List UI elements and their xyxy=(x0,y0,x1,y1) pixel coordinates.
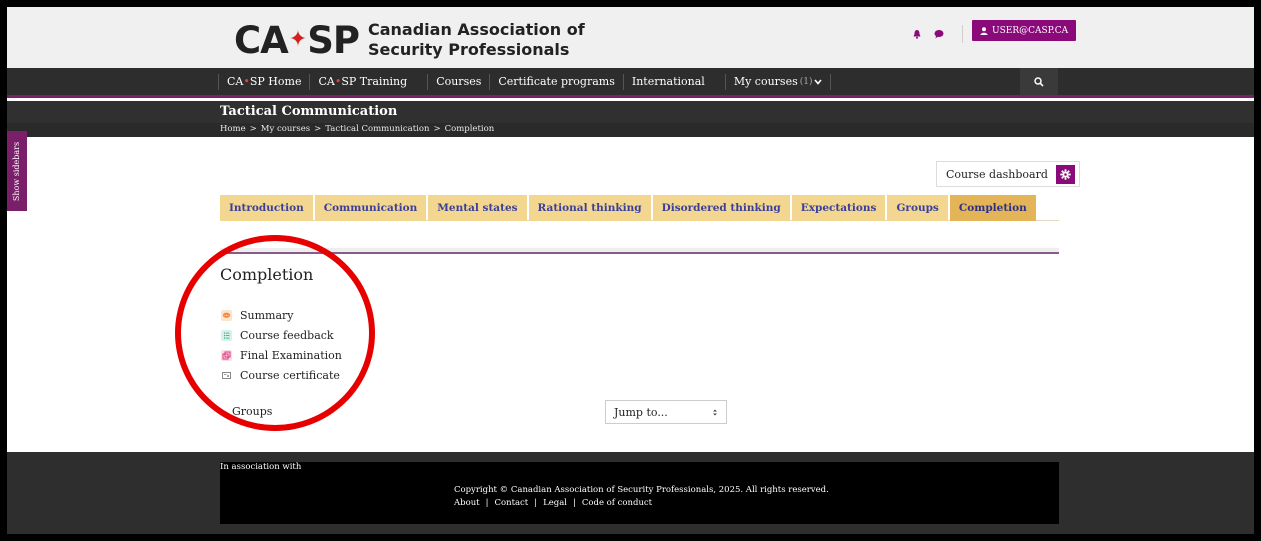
user-label: USER@CASP.CA xyxy=(992,25,1069,36)
nav-my-courses[interactable]: My courses (1) xyxy=(724,73,832,90)
gear-icon xyxy=(1055,164,1075,184)
breadcrumb: Home > My courses > Tactical Communicati… xyxy=(220,124,494,134)
site-footer: In association with Copyright © Canadian… xyxy=(7,452,1254,534)
nav-home-prefix: CA xyxy=(227,75,244,88)
footer-link-separator: | xyxy=(573,498,576,508)
main-navbar: CA • SP Home CA • SP Training Courses Certif… xyxy=(7,68,1254,98)
user-icon xyxy=(980,26,988,35)
tab-expectations[interactable]: Expectations xyxy=(791,195,886,221)
nav-training-suffix: SP Training xyxy=(341,75,408,88)
logo-mark-right: SP xyxy=(307,18,360,62)
nav-international[interactable]: International xyxy=(622,73,713,90)
tab-communication[interactable]: Communication xyxy=(314,195,427,221)
footer-link-separator: | xyxy=(485,498,489,508)
breadcrumb-my-courses[interactable]: My courses xyxy=(261,124,310,134)
course-title-bar: Tactical Communication xyxy=(7,101,1254,123)
logo-mark: CA ✦ SP xyxy=(234,18,360,62)
footer-link-separator: | xyxy=(534,498,538,508)
footer-link-code-of-conduct[interactable]: Code of conduct xyxy=(582,498,652,508)
tab-rational-thinking[interactable]: Rational thinking xyxy=(528,195,651,221)
breadcrumb-separator: > xyxy=(433,124,441,134)
annotation-circle xyxy=(175,235,375,431)
footer-links: About | Contact | Legal | Code of conduc… xyxy=(454,498,652,508)
site-logo[interactable]: CA ✦ SP Canadian Association of Security… xyxy=(234,18,585,62)
tab-mental-states[interactable]: Mental states xyxy=(428,195,527,221)
maple-leaf-icon: ✦ xyxy=(288,26,307,52)
breadcrumb-bar: Home > My courses > Tactical Communicati… xyxy=(7,123,1254,137)
footer-link-legal[interactable]: Legal xyxy=(543,498,567,508)
footer-panel: In association with Copyright © Canadian… xyxy=(220,462,1059,524)
nav-home-suffix: SP Home xyxy=(249,75,302,88)
nav-casp-training[interactable]: CA • SP Training xyxy=(309,73,415,90)
logo-line-1: Canadian Association of xyxy=(368,20,585,39)
header-icons xyxy=(912,25,963,43)
footer-association: In association with xyxy=(220,462,302,472)
logo-text: Canadian Association of Security Profess… xyxy=(368,20,585,60)
tab-completion[interactable]: Completion xyxy=(949,195,1036,221)
page-frame: CA ✦ SP Canadian Association of Security… xyxy=(7,7,1254,534)
nav-courses[interactable]: Courses xyxy=(427,73,489,90)
footer-link-contact[interactable]: Contact xyxy=(494,498,528,508)
section-divider xyxy=(220,248,1059,254)
jump-to-value: Jump to... xyxy=(614,405,668,419)
breadcrumb-course[interactable]: Tactical Communication xyxy=(325,124,429,134)
section-tabs: Introduction Communication Mental states… xyxy=(220,195,1059,221)
user-menu-button[interactable]: USER@CASP.CA xyxy=(972,20,1077,41)
course-dashboard-label: Course dashboard xyxy=(946,167,1048,181)
show-sidebars-label: Show sidebars xyxy=(12,141,22,201)
tab-disordered-thinking[interactable]: Disordered thinking xyxy=(652,195,790,221)
logo-line-2: Security Professionals xyxy=(368,40,570,59)
search-button[interactable] xyxy=(1020,68,1058,95)
jump-to-select[interactable]: Jump to... xyxy=(605,400,727,424)
nav-training-prefix: CA xyxy=(318,75,335,88)
logo-mark-left: CA xyxy=(234,18,289,62)
site-header: CA ✦ SP Canadian Association of Security… xyxy=(7,7,1254,68)
header-separator xyxy=(962,25,963,43)
notification-bell-icon[interactable] xyxy=(912,29,922,39)
footer-copyright: Copyright © Canadian Association of Secu… xyxy=(454,485,829,495)
footer-link-about[interactable]: About xyxy=(454,498,480,508)
tab-introduction[interactable]: Introduction xyxy=(220,195,313,221)
nav-items: CA • SP Home CA • SP Training Courses Certif… xyxy=(218,68,832,95)
messages-icon[interactable] xyxy=(934,29,944,39)
search-icon xyxy=(1034,76,1044,87)
breadcrumb-home[interactable]: Home xyxy=(220,124,246,134)
nav-casp-home[interactable]: CA • SP Home xyxy=(218,73,309,90)
breadcrumb-separator: > xyxy=(249,124,257,134)
show-sidebars-toggle[interactable]: Show sidebars xyxy=(7,131,27,211)
tab-groups[interactable]: Groups xyxy=(887,195,948,221)
chevron-down-icon xyxy=(814,78,823,85)
breadcrumb-separator: > xyxy=(314,124,322,134)
course-dashboard-button[interactable]: Course dashboard xyxy=(936,161,1080,187)
nav-my-courses-label: My courses xyxy=(733,75,798,88)
select-arrows-icon xyxy=(713,409,717,415)
nav-certificate-programs[interactable]: Certificate programs xyxy=(489,73,622,90)
breadcrumb-current[interactable]: Completion xyxy=(445,124,495,134)
my-courses-count: (1) xyxy=(799,76,813,87)
course-title: Tactical Communication xyxy=(220,104,398,119)
